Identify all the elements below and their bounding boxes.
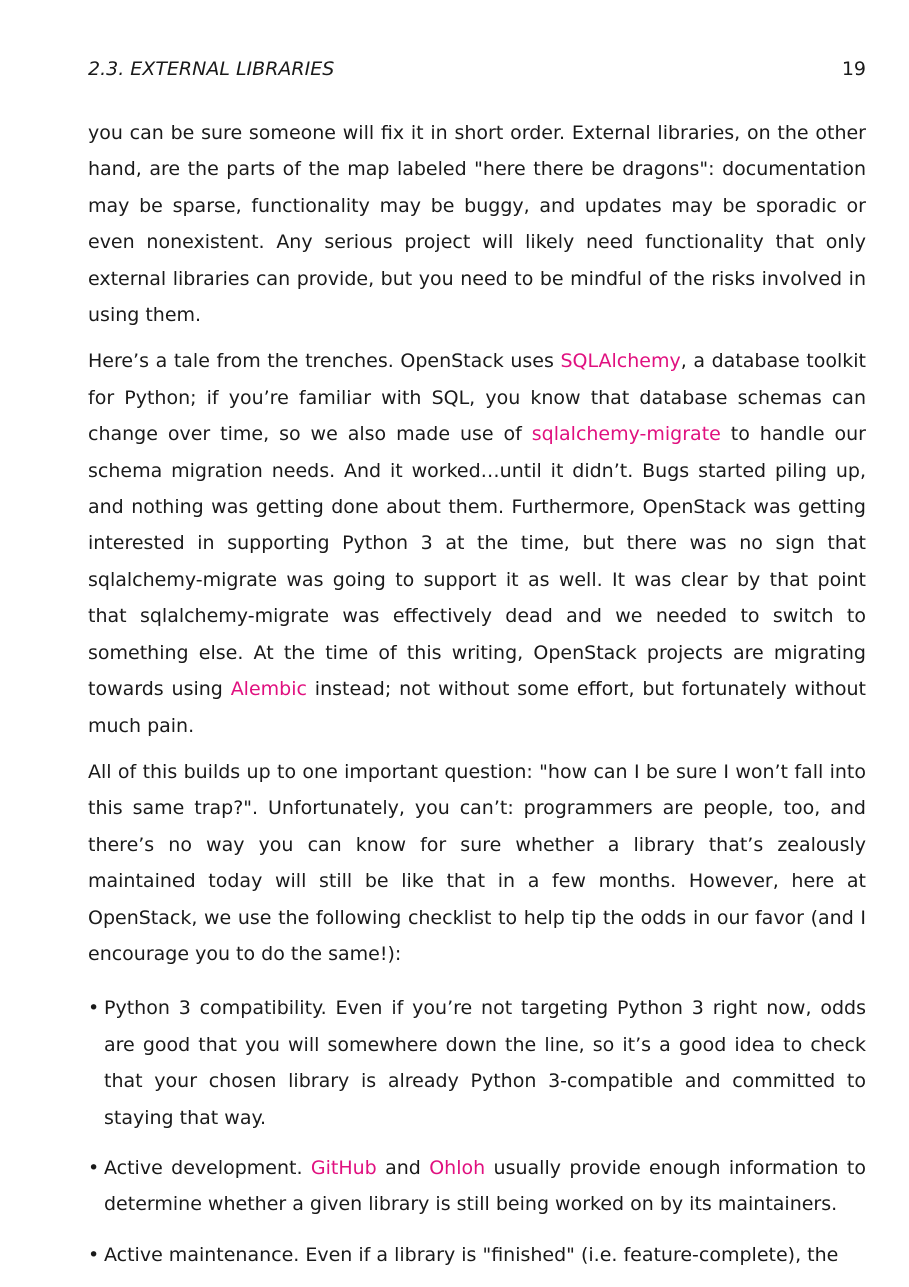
bullet-icon: • <box>88 997 100 1020</box>
paragraph-3: All of this builds up to one important q… <box>88 760 866 965</box>
paragraph-2-text-1: Here’s a tale from the trenches. OpenSta… <box>88 350 561 373</box>
ohloh-link[interactable]: Ohloh <box>429 1157 485 1179</box>
paragraph-1: you can be sure someone will fix it in s… <box>88 122 866 327</box>
checklist-item-text: Active maintenance. Even if a library is… <box>104 1243 839 1266</box>
checklist: • Python 3 compatibility. Even if you’re… <box>88 990 866 1273</box>
page-number: 19 <box>841 58 866 80</box>
paragraph-2: Here’s a tale from the trenches. OpenSta… <box>88 343 866 743</box>
checklist-item-text: Active development. <box>104 1156 311 1179</box>
checklist-item-active-maintenance: • Active maintenance. Even if a library … <box>88 1237 866 1273</box>
bullet-icon: • <box>88 1156 100 1179</box>
sqlalchemy-link[interactable]: SQLAlchemy <box>560 350 680 372</box>
checklist-item-active-development: • Active development. GitHub and Ohloh u… <box>88 1150 866 1223</box>
checklist-item-python3: • Python 3 compatibility. Even if you’re… <box>88 990 866 1136</box>
alembic-link[interactable]: Alembic <box>231 678 307 700</box>
checklist-item-text: and <box>376 1156 430 1179</box>
checklist-item-text: Python 3 compatibility. Even if you’re n… <box>104 997 866 1129</box>
section-title: 2.3. EXTERNAL LIBRARIES <box>88 58 335 80</box>
body-text: you can be sure someone will fix it in s… <box>88 115 866 1287</box>
sqlalchemy-migrate-link[interactable]: sqlalchemy-migrate <box>532 423 721 445</box>
github-link[interactable]: GitHub <box>311 1157 377 1179</box>
running-header: 2.3. EXTERNAL LIBRARIES 19 <box>88 55 866 83</box>
bullet-icon: • <box>88 1243 100 1266</box>
paragraph-2-text-3: to handle our schema migration needs. An… <box>88 423 866 701</box>
